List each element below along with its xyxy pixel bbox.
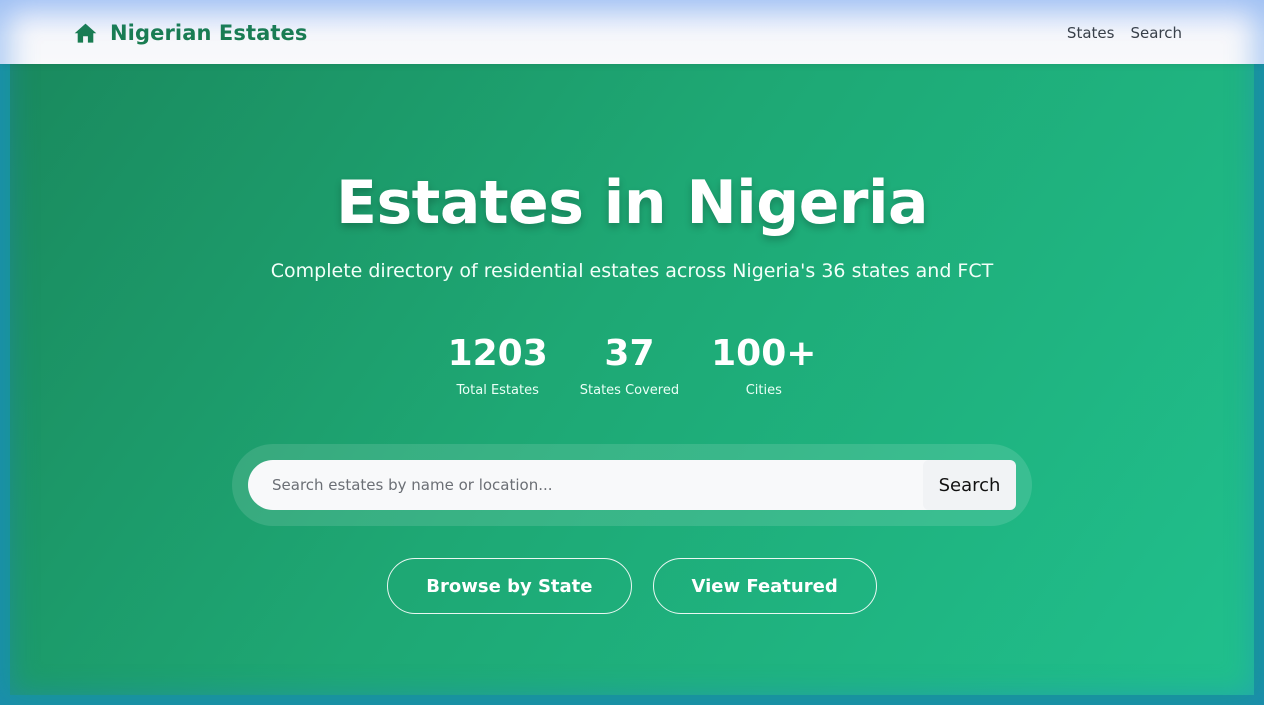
hero-section: Estates in Nigeria Complete directory of…	[10, 64, 1254, 695]
view-featured-button[interactable]: View Featured	[652, 558, 877, 614]
hero-subtitle: Complete directory of residential estate…	[270, 260, 994, 282]
home-icon	[74, 23, 97, 43]
nav-links: States Search	[1067, 23, 1182, 43]
brand-name: Nigerian Estates	[110, 21, 308, 45]
hero-title: Estates in Nigeria	[335, 168, 929, 238]
stat-value: 1203	[447, 333, 548, 374]
cta-row: Browse by State View Featured	[10, 558, 1254, 614]
search-bar: Search	[232, 444, 1032, 526]
stat-total-estates: 1203 Total Estates	[448, 332, 548, 400]
stat-label: Cities	[745, 383, 782, 398]
stat-value: 37	[604, 333, 655, 374]
stat-value: 100+	[711, 333, 817, 374]
brand-link[interactable]: Nigerian Estates	[73, 19, 307, 47]
navbar: Nigerian Estates States Search	[0, 0, 1264, 64]
search-button[interactable]: Search	[923, 460, 1016, 510]
browse-by-state-button[interactable]: Browse by State	[387, 558, 632, 614]
search-input[interactable]	[248, 460, 954, 510]
stats-row: 1203 Total Estates 37 States Covered 100…	[10, 332, 1254, 400]
stat-states-covered: 37 States Covered	[580, 332, 679, 400]
stat-label: States Covered	[579, 383, 680, 398]
nav-link-states[interactable]: States	[1067, 23, 1115, 43]
stat-cities: 100+ Cities	[711, 332, 816, 400]
stat-label: Total Estates	[456, 383, 539, 398]
nav-link-search[interactable]: Search	[1130, 23, 1182, 43]
